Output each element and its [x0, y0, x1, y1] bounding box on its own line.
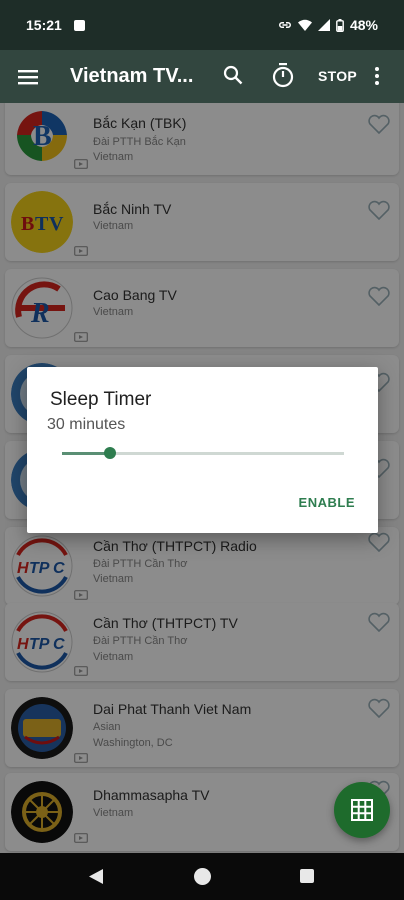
- stop-button[interactable]: STOP: [318, 68, 357, 84]
- dialog-title: Sleep Timer: [50, 389, 152, 410]
- grid-view-button[interactable]: [334, 782, 390, 838]
- app-bar: Vietnam TV... STOP: [0, 50, 404, 103]
- timer-icon[interactable]: [271, 63, 295, 89]
- enable-button[interactable]: ENABLE: [299, 495, 355, 510]
- status-icons: 48%: [278, 17, 378, 33]
- menu-button[interactable]: [0, 50, 56, 103]
- link-icon: [278, 22, 291, 28]
- battery-icon: [336, 18, 344, 32]
- more-options-icon[interactable]: [374, 66, 380, 86]
- status-time: 15:21: [26, 17, 62, 33]
- sleep-timer-slider[interactable]: [62, 447, 344, 461]
- back-icon[interactable]: [88, 868, 104, 885]
- sleep-timer-dialog: Sleep Timer 30 minutes ENABLE: [27, 367, 378, 533]
- home-icon[interactable]: [194, 868, 211, 885]
- navigation-bar: [0, 853, 404, 900]
- slider-fill: [62, 452, 110, 455]
- status-bar: 15:21 48%: [0, 0, 404, 50]
- grid-icon: [351, 799, 373, 821]
- notification-icon: [73, 19, 85, 31]
- timer-value: 30 minutes: [47, 416, 126, 433]
- recents-icon[interactable]: [300, 869, 314, 883]
- menu-icon: [18, 69, 38, 84]
- app-title: Vietnam TV...: [70, 65, 194, 87]
- signal-icon: [317, 19, 330, 31]
- search-icon[interactable]: [222, 64, 244, 86]
- battery-percent: 48%: [349, 17, 378, 33]
- wifi-icon: [297, 19, 312, 31]
- slider-thumb[interactable]: [103, 447, 116, 459]
